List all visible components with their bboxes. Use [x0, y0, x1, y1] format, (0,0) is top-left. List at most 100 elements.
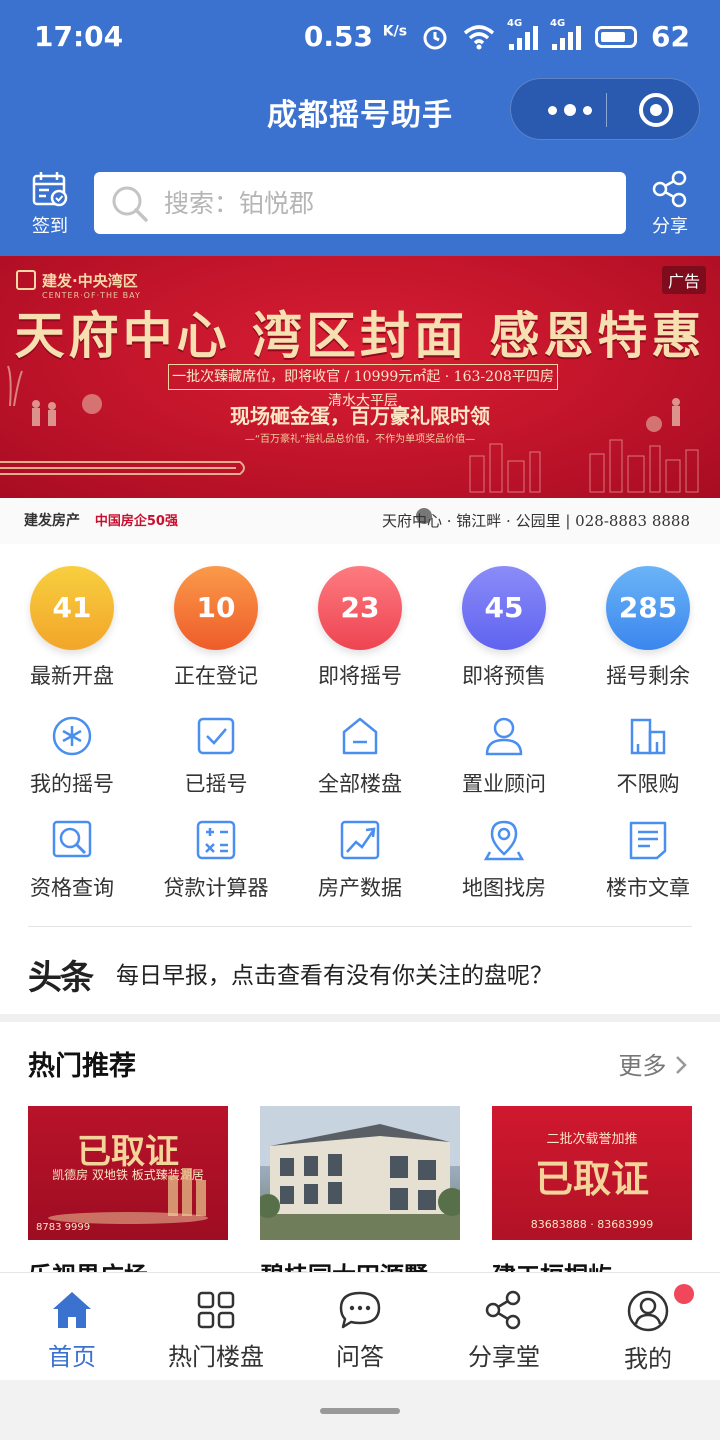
chevron-right-icon — [676, 1056, 687, 1074]
grid-item-drawn[interactable]: 已摇号 — [144, 714, 288, 798]
status-bar: 17:04 0.53 K/s 4G 4G 62 — [0, 0, 720, 76]
tab-label: 热门楼盘 — [168, 1343, 264, 1371]
section-gap — [0, 1014, 720, 1022]
stat-upcoming-presale[interactable]: 45 即将预售 — [432, 566, 576, 690]
home-icon — [53, 1292, 91, 1328]
checkin-label: 签到 — [32, 216, 68, 237]
buildings-icon — [630, 718, 666, 755]
battery-icon — [595, 25, 638, 48]
network-speed-unit: K/s — [382, 23, 408, 40]
trend-chart-icon — [340, 820, 380, 860]
footer-brand-name: 建发房产 — [24, 513, 80, 529]
card-small-text: 二批次载誉加推 — [546, 1132, 638, 1147]
battery-level: 62 — [651, 20, 690, 53]
villa-photo — [260, 1106, 460, 1240]
grid-item-market-articles[interactable]: 楼市文章 — [576, 818, 720, 902]
grid-item-qualification[interactable]: 资格查询 — [0, 818, 144, 902]
snowflake-icon — [52, 716, 92, 756]
footer-brand-slogan: 中国房企50强 — [94, 514, 178, 529]
brand-logo-icon — [16, 270, 36, 290]
ad-tag: 广告 — [661, 266, 706, 294]
ad-banner[interactable]: 建发·中央湾区 CENTER·OF·THE BAY 广告 天府中心 湾区封面 感… — [0, 256, 720, 544]
grid-label: 地图找房 — [462, 876, 546, 900]
stat-circle: 285 — [606, 566, 690, 650]
search-input[interactable] — [164, 172, 604, 234]
stat-registering[interactable]: 10 正在登记 — [144, 566, 288, 690]
grid-item-property-data[interactable]: 房产数据 — [288, 818, 432, 902]
home-indicator[interactable] — [320, 1408, 400, 1414]
stat-label: 正在登记 — [174, 664, 258, 688]
banner-footer-brand: 建发房产 中国房企50强 — [24, 510, 178, 530]
more-menu-button[interactable] — [535, 79, 605, 141]
headline-news[interactable]: 头条 每日早报，点击查看有没有你关注的盘呢？ — [0, 944, 720, 1000]
alarm-icon — [423, 26, 447, 49]
share-label: 分享 — [652, 216, 688, 237]
search-icon — [112, 186, 148, 222]
bottom-tab-bar: 首页 热门楼盘 问答 分享堂 我的 — [0, 1272, 720, 1380]
stat-label: 即将预售 — [462, 664, 546, 688]
hot-card-image[interactable]: 已取证 凯德房 双地铁 板式臻装湖居 8783 9999 — [28, 1106, 228, 1240]
grid-item-consultant[interactable]: 置业顾问 — [432, 714, 576, 798]
notification-dot — [674, 1284, 694, 1304]
tab-hot-projects[interactable]: 热门楼盘 — [144, 1289, 288, 1372]
banner-line-1: 一批次臻藏席位，即将收官 / 10999元㎡起 · 163-208平四房清水大平… — [168, 364, 558, 409]
checkin-button[interactable]: 签到 — [20, 170, 80, 238]
share-nodes-icon — [652, 170, 687, 208]
checkbox-icon — [197, 717, 235, 755]
tab-mine[interactable]: 我的 — [576, 1289, 720, 1374]
grid-item-map-search[interactable]: 地图找房 — [432, 818, 576, 902]
tab-home[interactable]: 首页 — [0, 1289, 144, 1372]
hot-card-image[interactable]: 二批次载誉加推 已取证 83683888 · 83683999 — [492, 1106, 692, 1240]
grid-item-no-restriction[interactable]: 不限购 — [576, 714, 720, 798]
article-icon — [629, 821, 667, 860]
calculator-icon — [196, 820, 236, 860]
person-icon — [485, 717, 523, 756]
share-button[interactable]: 分享 — [640, 170, 700, 238]
stat-circle: 10 — [174, 566, 258, 650]
tab-label: 问答 — [336, 1343, 384, 1371]
hot-card-image[interactable] — [260, 1106, 460, 1240]
grid-label: 房产数据 — [318, 876, 402, 900]
banner-headline: 天府中心 湾区封面 感恩特惠 — [14, 306, 706, 365]
close-miniprogram-button[interactable] — [639, 93, 673, 127]
stat-label: 最新开盘 — [30, 664, 114, 688]
status-right: 0.53 K/s 4G 4G 62 — [304, 18, 690, 54]
stat-lottery-remaining[interactable]: 285 摇号剩余 — [576, 566, 720, 690]
tab-share-hall[interactable]: 分享堂 — [432, 1289, 576, 1372]
tab-label: 分享堂 — [468, 1343, 540, 1371]
signal-sim2-icon: 4G — [550, 18, 582, 50]
banner-line-2: 现场砸金蛋，百万豪礼限时领 — [230, 404, 490, 428]
stat-upcoming-lottery[interactable]: 23 即将摇号 — [288, 566, 432, 690]
signal-sim1-icon: 4G — [507, 18, 539, 50]
more-link[interactable]: 更多 — [618, 1046, 688, 1081]
network-speed-value: 0.53 — [303, 20, 373, 53]
stat-newly-opened[interactable]: 41 最新开盘 — [0, 566, 144, 690]
house-icon — [342, 717, 378, 755]
map-pin-icon — [483, 820, 525, 861]
card-big-text: 已取证 — [534, 1156, 649, 1201]
header: 17:04 0.53 K/s 4G 4G 62 成都摇号助手 签到 搜索：铂悦郡… — [0, 0, 720, 256]
stat-label: 摇号剩余 — [606, 664, 690, 688]
search-box[interactable] — [94, 172, 626, 234]
search-doc-icon — [52, 820, 92, 858]
grid-label: 我的摇号 — [30, 772, 114, 796]
title-bar: 成都摇号助手 — [0, 76, 720, 142]
stat-circle: 45 — [462, 566, 546, 650]
card-phone: 8783 9999 — [36, 1222, 91, 1233]
network-speed: 0.53 K/s — [304, 20, 407, 53]
grid-item-all-projects[interactable]: 全部楼盘 — [288, 714, 432, 798]
grid-item-my-lottery[interactable]: 我的摇号 — [0, 714, 144, 798]
divider — [28, 926, 692, 927]
grid-label: 置业顾问 — [462, 772, 546, 796]
system-nav-bar — [0, 1380, 720, 1440]
calendar-check-icon — [32, 172, 68, 207]
stat-circle: 41 — [30, 566, 114, 650]
grid-item-loan-calculator[interactable]: 贷款计算器 — [144, 818, 288, 902]
banner-artwork: 建发·中央湾区 CENTER·OF·THE BAY 广告 天府中心 湾区封面 感… — [0, 256, 720, 498]
tab-label: 我的 — [624, 1345, 672, 1373]
capsule-divider — [606, 93, 607, 127]
card-phone: 83683888 · 83683999 — [530, 1218, 654, 1231]
tab-qa[interactable]: 问答 — [288, 1289, 432, 1372]
grid-icon — [197, 1291, 235, 1329]
banner-line-3: —“百万豪礼”指礼品总价值，不作为单项奖品价值— — [244, 434, 476, 445]
